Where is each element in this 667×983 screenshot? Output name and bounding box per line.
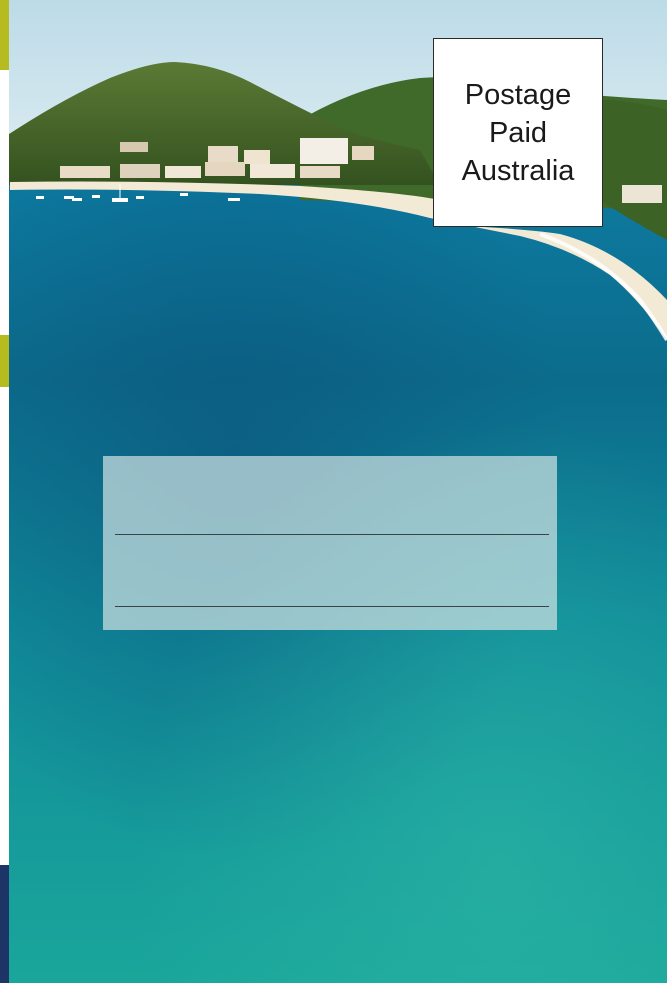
postage-paid-indicia: Postage Paid Australia [433, 38, 603, 227]
postage-line-3: Australia [461, 154, 575, 187]
postage-line-1: Postage [464, 78, 572, 111]
address-line-2[interactable] [115, 606, 549, 607]
edge-stripe-white-lower [0, 387, 9, 865]
edge-stripe-olive-middle [0, 335, 9, 387]
address-panel[interactable] [103, 456, 557, 630]
postcard: Postage Paid Australia [0, 0, 667, 983]
edge-stripe-navy-bottom [0, 865, 9, 983]
edge-stripe-white [0, 70, 9, 335]
postage-paid-text: Postage Paid Australia [462, 76, 575, 190]
address-line-1[interactable] [115, 534, 549, 535]
edge-stripe-olive-top [0, 0, 9, 70]
postage-line-2: Paid [488, 116, 548, 149]
